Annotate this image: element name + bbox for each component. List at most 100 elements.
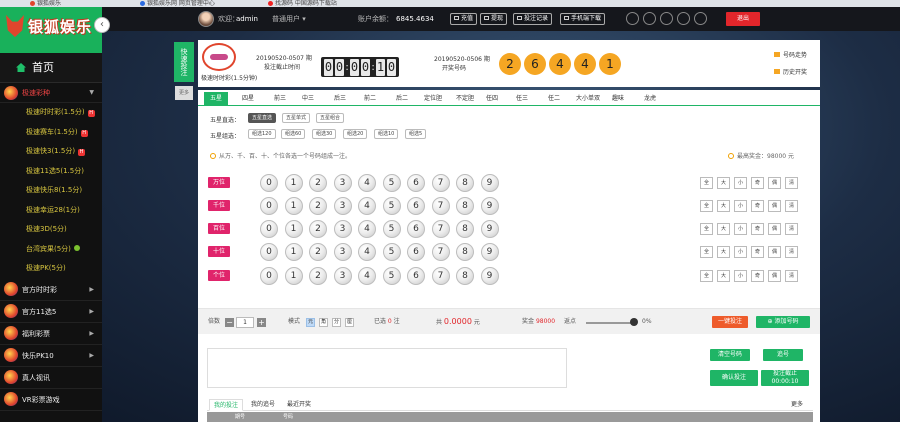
- notice-icon[interactable]: [694, 12, 707, 25]
- multiple-plus-button[interactable]: +: [257, 318, 266, 327]
- sidebar-sub-item[interactable]: 极速PK(5分): [0, 259, 102, 279]
- user-icon[interactable]: [660, 12, 673, 25]
- number-ball[interactable]: 0: [260, 174, 278, 192]
- quick-pick-button[interactable]: 奇: [751, 177, 764, 189]
- quick-pick-button[interactable]: 全: [700, 223, 713, 235]
- sidebar-group-official-11x5[interactable]: 官方11选5 ▶: [0, 301, 102, 323]
- avatar[interactable]: [198, 11, 214, 27]
- quick-pick-button[interactable]: 全: [700, 270, 713, 282]
- quick-pick-button[interactable]: 小: [734, 200, 747, 212]
- number-ball[interactable]: 4: [358, 243, 376, 261]
- number-ball[interactable]: 1: [284, 243, 303, 261]
- number-ball[interactable]: 1: [284, 197, 303, 215]
- group-option[interactable]: 组选10: [374, 129, 399, 139]
- number-ball[interactable]: 2: [309, 267, 327, 285]
- quick-pick-button[interactable]: 大: [717, 246, 730, 258]
- quick-pick-button[interactable]: 清: [785, 223, 798, 235]
- quick-pick-button[interactable]: 全: [700, 246, 713, 258]
- number-ball[interactable]: 8: [456, 197, 474, 215]
- quick-pick-button[interactable]: 大: [717, 270, 730, 282]
- quick-pick-button[interactable]: 小: [734, 270, 747, 282]
- number-ball[interactable]: 3: [333, 267, 352, 285]
- quick-pick-button[interactable]: 奇: [751, 200, 764, 212]
- number-ball[interactable]: 0: [260, 267, 278, 285]
- group-option[interactable]: 组选60: [281, 129, 306, 139]
- mode-option[interactable]: 五星单式: [282, 113, 311, 123]
- unit-yuan[interactable]: 元: [306, 318, 315, 327]
- unit-fen[interactable]: 分: [332, 318, 341, 327]
- number-ball[interactable]: 6: [407, 243, 425, 261]
- number-ball[interactable]: 3: [333, 243, 352, 261]
- number-ball[interactable]: 5: [382, 174, 401, 192]
- unit-jiao[interactable]: 角: [319, 318, 328, 327]
- tab-play-type[interactable]: 前三: [274, 92, 286, 105]
- number-ball[interactable]: 9: [480, 267, 499, 285]
- number-ball[interactable]: 6: [407, 220, 425, 238]
- quick-pick-button[interactable]: 偶: [768, 270, 781, 282]
- number-ball[interactable]: 4: [358, 197, 376, 215]
- mode-option[interactable]: 五星直选: [248, 113, 277, 123]
- deposit-button[interactable]: 充值: [450, 13, 478, 25]
- number-ball[interactable]: 6: [407, 267, 425, 285]
- sidebar-sub-item[interactable]: 台湾宾果(5分): [0, 240, 102, 260]
- number-ball[interactable]: 9: [480, 197, 499, 215]
- number-ball[interactable]: 2: [309, 197, 327, 215]
- sidebar-sub-item[interactable]: 极速幸运28(1分): [0, 201, 102, 221]
- quick-pick-button[interactable]: 小: [734, 246, 747, 258]
- number-ball[interactable]: 8: [456, 267, 474, 285]
- number-ball[interactable]: 8: [456, 220, 474, 238]
- quick-pick-button[interactable]: 清: [785, 200, 798, 212]
- more-link[interactable]: 更多: [791, 399, 803, 411]
- quick-pick-button[interactable]: 清: [785, 246, 798, 258]
- tab-my-traces[interactable]: 我的追号: [251, 399, 275, 411]
- sidebar-group-official-ssc[interactable]: 官方时时彩 ▶: [0, 279, 102, 301]
- unit-li[interactable]: 厘: [345, 318, 354, 327]
- number-ball[interactable]: 5: [382, 197, 401, 215]
- number-ball[interactable]: 9: [480, 174, 499, 192]
- quick-pick-button[interactable]: 小: [734, 177, 747, 189]
- tab-play-type[interactable]: 任三: [516, 92, 528, 105]
- bet-records-button[interactable]: 投注记录: [513, 13, 553, 25]
- number-ball[interactable]: 5: [382, 267, 401, 285]
- bet-basket[interactable]: [207, 348, 567, 388]
- quick-pick-button[interactable]: 全: [700, 177, 713, 189]
- confirm-bet-button[interactable]: 确认投注: [710, 370, 758, 386]
- number-ball[interactable]: 6: [407, 197, 425, 215]
- rebate-slider[interactable]: [586, 322, 636, 324]
- quick-pick-button[interactable]: 清: [785, 270, 798, 282]
- number-ball[interactable]: 8: [456, 243, 474, 261]
- group-option[interactable]: 组选5: [405, 129, 427, 139]
- tab-play-type[interactable]: 四星: [242, 92, 254, 105]
- number-ball[interactable]: 7: [431, 220, 450, 238]
- number-ball[interactable]: 0: [260, 243, 278, 261]
- tab-play-type[interactable]: 龙虎: [644, 92, 656, 105]
- number-ball[interactable]: 1: [284, 174, 303, 192]
- mobile-download-button[interactable]: 手机端下载: [560, 13, 606, 25]
- number-ball[interactable]: 7: [431, 197, 450, 215]
- number-ball[interactable]: 1: [284, 267, 303, 285]
- group-option[interactable]: 组选20: [343, 129, 368, 139]
- quick-pick-button[interactable]: 偶: [768, 246, 781, 258]
- quick-pick-button[interactable]: 大: [717, 177, 730, 189]
- tab-play-type[interactable]: 不定胆: [456, 92, 474, 105]
- sidebar-group-welfare[interactable]: 福利彩票 ▶: [0, 323, 102, 345]
- number-ball[interactable]: 5: [382, 243, 401, 261]
- trace-button[interactable]: 追号: [763, 349, 803, 361]
- account-type-dropdown[interactable]: 普通用户 ▾: [272, 7, 306, 31]
- sidebar-item-home[interactable]: 首页: [0, 53, 102, 83]
- tab-play-type[interactable]: 前二: [364, 92, 376, 105]
- quick-pick-button[interactable]: 全: [700, 200, 713, 212]
- number-ball[interactable]: 3: [333, 197, 352, 215]
- number-ball[interactable]: 9: [480, 220, 499, 238]
- message-icon[interactable]: [643, 12, 656, 25]
- number-ball[interactable]: 2: [309, 220, 327, 238]
- confirm-trace-button[interactable]: 投注截止 00:00:10: [761, 370, 809, 386]
- number-ball[interactable]: 2: [309, 174, 327, 192]
- sidebar-group-pk10[interactable]: 快乐PK10 ▶: [0, 345, 102, 367]
- sidebar-sub-item[interactable]: 极速赛车(1.5分) H: [0, 123, 102, 143]
- sidebar-sub-item[interactable]: 极速时时彩(1.5分) H: [0, 103, 102, 123]
- tab-play-type[interactable]: 定位胆: [424, 92, 442, 105]
- tab-recent-results[interactable]: 最近开奖: [287, 399, 311, 411]
- collapse-sidebar-button[interactable]: ‹: [94, 17, 110, 33]
- number-ball[interactable]: 4: [358, 220, 376, 238]
